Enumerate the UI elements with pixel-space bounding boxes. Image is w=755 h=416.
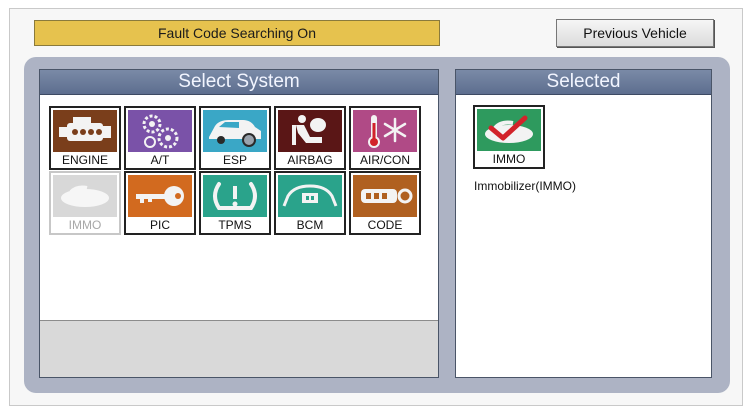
system-tile-pic[interactable]: PIC [124, 171, 196, 235]
car-module-icon [278, 175, 342, 217]
selected-tile-immo[interactable]: IMMO [473, 105, 545, 169]
key-icon [128, 175, 192, 217]
gears-icon [128, 110, 192, 152]
tile-label: ENGINE [61, 153, 108, 167]
tire-pressure-icon [203, 175, 267, 217]
key-car-icon [53, 175, 117, 217]
select-system-footer [40, 320, 438, 377]
status-bar: Fault Code Searching On [34, 20, 440, 46]
system-tile-aircon[interactable]: AIR/CON [349, 106, 421, 170]
tile-label: CODE [367, 218, 403, 232]
tile-label: AIR/CON [359, 153, 410, 167]
tile-label: IMMO [68, 218, 102, 232]
status-text: Fault Code Searching On [158, 25, 316, 41]
tile-label: PIC [149, 218, 170, 232]
select-system-header: Select System [40, 70, 438, 95]
system-tile-bcm[interactable]: BCM [274, 171, 346, 235]
previous-vehicle-button[interactable]: Previous Vehicle [556, 19, 714, 47]
tile-label: TPMS [218, 218, 252, 232]
immobilizer-check-icon [477, 109, 541, 151]
selected-description: Immobilizer(IMMO) [474, 179, 576, 193]
tile-label: ESP [222, 153, 247, 167]
system-tile-engine[interactable]: ENGINE [49, 106, 121, 170]
previous-vehicle-label: Previous Vehicle [583, 25, 687, 41]
system-tile-immo[interactable]: IMMO [49, 171, 121, 235]
thermometer-snowflake-icon [353, 110, 417, 152]
select-system-title: Select System [178, 71, 300, 92]
tile-label: BCM [296, 218, 324, 232]
selected-title: Selected [546, 71, 621, 92]
system-tile-esp[interactable]: ESP [199, 106, 271, 170]
tile-label: AIRBAG [287, 153, 333, 167]
airbag-seat-icon [278, 110, 342, 152]
system-tile-at[interactable]: A/T [124, 106, 196, 170]
system-tile-tpms[interactable]: TPMS [199, 171, 271, 235]
system-tile-airbag[interactable]: AIRBAG [274, 106, 346, 170]
selected-header: Selected [456, 70, 711, 95]
tile-label: IMMO [492, 152, 526, 166]
key-fob-icon [353, 175, 417, 217]
car-icon [203, 110, 267, 152]
system-tile-code[interactable]: CODE [349, 171, 421, 235]
tile-label: A/T [150, 153, 170, 167]
engine-icon [53, 110, 117, 152]
